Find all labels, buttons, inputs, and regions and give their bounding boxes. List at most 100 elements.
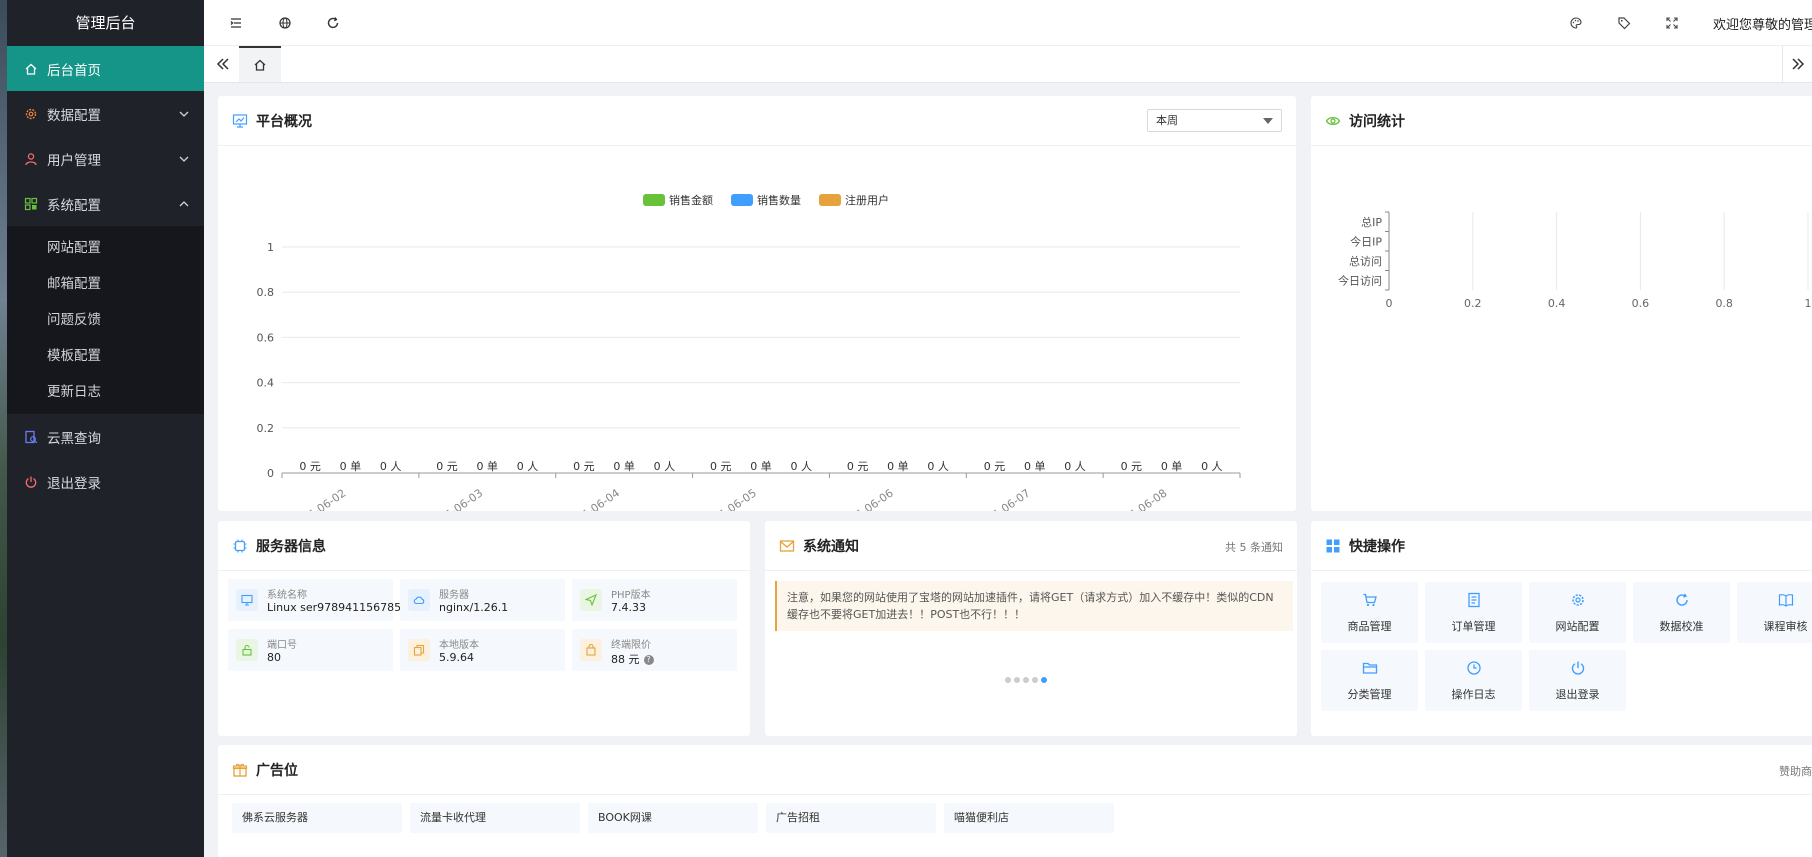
chevron-down-icon [179, 156, 189, 162]
ad-item[interactable]: 流量卡收代理 [410, 803, 580, 833]
x-tick-label: 1 [1805, 297, 1812, 310]
sponsor-link[interactable]: 赞助商链 [1779, 763, 1812, 779]
ad-item[interactable]: 广告招租 [766, 803, 936, 833]
server-info-value: 5.9.64 [439, 651, 474, 664]
submenu-item-site-config[interactable]: 网站配置 [7, 230, 204, 266]
bar-data-label: 0 人 [927, 460, 949, 473]
notice-card: 系统通知 共 5 条通知 注意，如果您的网站使用了宝塔的网站加速插件，请将GET… [765, 521, 1297, 736]
legend-item[interactable]: 注册用户 [819, 193, 889, 207]
quick-action-label: 网站配置 [1555, 620, 1600, 633]
quick-action-button[interactable]: 订单管理 [1425, 582, 1522, 643]
quick-action-button[interactable]: 操作日志 [1425, 650, 1522, 711]
doc-icon [1425, 592, 1522, 610]
home-icon [24, 62, 38, 76]
bar-data-label: 0 人 [380, 460, 402, 473]
power-icon [1529, 660, 1626, 678]
bar-data-label: 0 人 [1201, 460, 1223, 473]
bar-data-label: 0 元 [573, 460, 595, 473]
y-tick-label: 总IP [1361, 215, 1382, 229]
notice-count: 共 5 条通知 [1225, 541, 1283, 554]
menu-toggle-icon[interactable] [226, 13, 246, 33]
globe-icon[interactable] [275, 13, 295, 33]
power-icon [24, 475, 38, 489]
eye-icon [1325, 113, 1341, 129]
x-tick-label: 0.2 [1464, 297, 1482, 310]
server-info-card: 服务器信息 系统名称 Linux ser978941156785 服务器 nginx/… [218, 521, 750, 736]
quick-action-button[interactable]: 课程审核 [1737, 582, 1812, 643]
carousel-dot-active[interactable] [1041, 677, 1047, 683]
sidebar-logo: 管理后台 [75, 14, 136, 32]
tab-home[interactable] [239, 46, 281, 82]
y-tick-label: 0 [267, 467, 274, 480]
overview-card-header: 平台概况 本周 [218, 96, 1296, 146]
sidebar: 管理后台 后台首页 数据配置 用户管理 系统配置 网站配置 邮箱配置 问题反馈 … [7, 0, 204, 857]
period-select-value: 本周 [1156, 114, 1178, 127]
sidebar-item-user-manage[interactable]: 用户管理 [7, 136, 204, 181]
refresh-icon[interactable] [323, 13, 343, 33]
server-info-cell: 终端限价 88 元? [572, 629, 737, 671]
server-info-cell: 系统名称 Linux ser978941156785 [228, 579, 401, 621]
x-tick-label: 2025-06-08 [1110, 486, 1170, 511]
quick-action-label: 商品管理 [1347, 620, 1392, 633]
sidebar-item-cloud-black-query[interactable]: 云黑查询 [7, 414, 204, 459]
legend-swatch [731, 194, 753, 206]
carousel-dots [1005, 677, 1047, 683]
sidebar-item-home[interactable]: 后台首页 [7, 46, 204, 91]
server-info-label: PHP版本 [611, 590, 651, 601]
bar-data-label: 0 单 [340, 460, 362, 473]
sidebar-item-label: 用户管理 [47, 152, 101, 169]
legend-item[interactable]: 销售金额 [643, 193, 713, 207]
submenu-item-template-config[interactable]: 模板配置 [7, 338, 204, 374]
overview-chart: 销售金额 销售数量 注册用户 1 0.8 0.6 0.4 0.2 0 2025-06-02 0 元 0… [257, 193, 1241, 511]
server-info-label: 终端限价 [611, 640, 651, 651]
sidebar-item-data-config[interactable]: 数据配置 [7, 91, 204, 136]
sidebar-item-label: 数据配置 [47, 107, 101, 124]
palette-icon[interactable] [1566, 13, 1586, 33]
quick-action-button[interactable]: 分类管理 [1321, 650, 1418, 711]
submenu-item-feedback[interactable]: 问题反馈 [7, 302, 204, 338]
y-tick-label: 总访问 [1349, 254, 1382, 268]
carousel-dot[interactable] [1014, 677, 1020, 683]
server-info-label: 本地版本 [439, 640, 479, 651]
bar-data-label: 0 人 [1064, 460, 1086, 473]
help-icon[interactable]: ? [643, 655, 654, 665]
welcome-text[interactable]: 欢迎您尊敬的管理 [1713, 14, 1812, 33]
bar-data-label: 0 单 [613, 460, 635, 473]
chevron-down-icon [179, 111, 189, 117]
double-chevron-right-icon[interactable] [1782, 46, 1812, 82]
quick-action-label: 退出登录 [1555, 688, 1600, 701]
submenu-item-mail-config[interactable]: 邮箱配置 [7, 266, 204, 302]
bar-data-label: 0 人 [654, 460, 676, 473]
sidebar-item-logout[interactable]: 退出登录 [7, 459, 204, 504]
notice-message: 注意，如果您的网站使用了宝塔的网站加速插件，请将GET（请求方式）加入不缓存中！… [775, 581, 1293, 631]
x-tick-label: 0.8 [1715, 297, 1733, 310]
sidebar-item-system-config[interactable]: 系统配置 [7, 181, 204, 226]
carousel-dot[interactable] [1005, 677, 1011, 683]
fullscreen-icon[interactable] [1662, 13, 1682, 33]
quick-action-button[interactable]: 数据校准 [1633, 582, 1730, 643]
grid-icon [1325, 538, 1341, 554]
ad-item[interactable]: 佛系云服务器 [232, 803, 402, 833]
server-info-value: nginx/1.26.1 [439, 601, 509, 614]
carousel-dot[interactable] [1032, 677, 1038, 683]
quick-action-button[interactable]: 网站配置 [1529, 582, 1626, 643]
tag-icon[interactable] [1614, 13, 1634, 33]
x-tick-label: 2025-06-05 [699, 486, 759, 511]
quick-action-button[interactable]: 退出登录 [1529, 650, 1626, 711]
x-tick-label: 2025-06-04 [562, 486, 622, 511]
ad-item[interactable]: 喵猫便利店 [944, 803, 1114, 833]
carousel-dot[interactable] [1023, 677, 1029, 683]
period-select[interactable]: 本周 [1147, 109, 1282, 132]
ad-item[interactable]: BOOK网课 [588, 803, 758, 833]
sidebar-item-label: 系统配置 [47, 197, 101, 214]
quick-action-label: 课程审核 [1763, 620, 1808, 633]
apps-icon [24, 197, 38, 211]
double-chevron-left-icon[interactable] [214, 55, 232, 73]
x-tick-label: 2025-06-06 [836, 486, 896, 511]
bar-data-label: 0 人 [791, 460, 813, 473]
server-info-cell: PHP版本 7.4.33 [572, 579, 737, 621]
quick-action-button[interactable]: 商品管理 [1321, 582, 1418, 643]
submenu-item-changelog[interactable]: 更新日志 [7, 374, 204, 410]
legend-item[interactable]: 销售数量 [731, 193, 801, 207]
sidebar-item-label: 后台首页 [47, 62, 101, 79]
